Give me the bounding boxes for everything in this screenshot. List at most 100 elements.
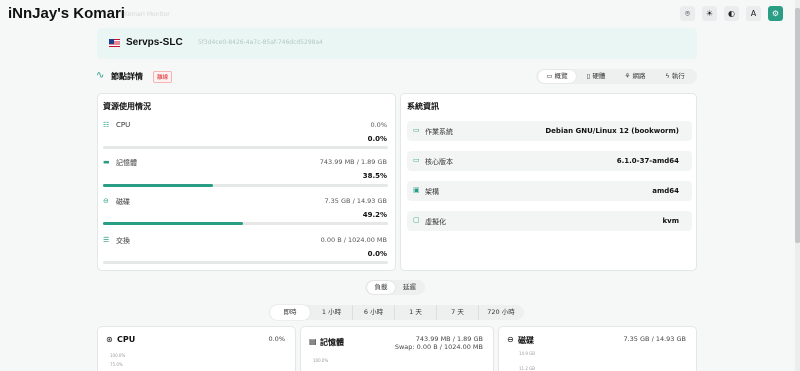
disk-value: 7.35 GB / 14.93 GB xyxy=(324,197,387,205)
cpu-value: 0.0% xyxy=(370,121,387,129)
network-icon: ⚘ xyxy=(624,72,631,80)
kernel-icon: ▭ xyxy=(413,156,420,164)
activity-icon: ∿ xyxy=(96,70,105,81)
memory-chart-values: 743.99 MB / 1.89 GB Swap: 0.00 B / 1024.… xyxy=(395,335,483,351)
range-live[interactable]: 即時 xyxy=(270,305,310,320)
disk-chart-value: 7.35 GB / 14.93 GB xyxy=(623,335,686,343)
site-subtitle: Komari Monitor xyxy=(124,11,170,18)
top-header: iNnJay's Komari Komari Monitor ⌾ ☀ ◐ A ⚙ xyxy=(0,0,800,28)
device-icon: ▯ xyxy=(586,72,591,80)
github-button[interactable]: ⌾ xyxy=(680,6,695,21)
translate-button[interactable]: A xyxy=(746,6,761,21)
arch-value: amd64 xyxy=(652,187,679,195)
memory-progress-fill xyxy=(103,184,213,187)
cpu-icon: ☷ xyxy=(103,121,110,129)
memory-chart-line2: Swap: 0.00 B / 1024.00 MB xyxy=(394,343,483,351)
os-row: ▭ 作業系統 Debian GNU/Linux 12 (bookworm) xyxy=(407,121,692,141)
disk-label: 磁碟 xyxy=(116,198,130,206)
server-bar: Servps-SLC 5f3d4ce0-8426-4a7c-85af-746dc… xyxy=(97,28,697,59)
resource-usage-card: 資源使用情況 ☷ CPU 0.0% 0.0% ▬ 記憶體 743.99 MB /… xyxy=(97,93,396,271)
memory-chart-line1: 743.99 MB / 1.89 GB xyxy=(415,335,483,343)
memory-percent: 38.5% xyxy=(362,172,387,180)
memory-progress xyxy=(103,184,388,187)
cpu-icon: ⊛ xyxy=(106,335,113,344)
status-badge: 離線 xyxy=(153,71,173,83)
github-icon: ⌾ xyxy=(685,9,690,18)
disk-percent: 49.2% xyxy=(362,211,387,219)
kernel-value: 6.1.0-37-amd64 xyxy=(616,157,679,165)
disk-tick-top: 14.9 GB xyxy=(519,351,536,356)
swap-progress xyxy=(103,261,388,264)
cpu-percent: 0.0% xyxy=(367,135,387,143)
theme-icon: ◐ xyxy=(728,9,735,18)
translate-icon: A xyxy=(750,9,757,18)
disk-tick-mid: 11.2 GB xyxy=(519,366,536,371)
memory-value: 743.99 MB / 1.89 GB xyxy=(319,158,387,166)
toggle-latency[interactable]: 延遲 xyxy=(396,281,423,294)
swap-icon: ☰ xyxy=(103,236,110,244)
memory-icon: ▬ xyxy=(103,158,110,166)
virtualization-icon: ▢ xyxy=(413,216,420,224)
toggle-load[interactable]: 負載 xyxy=(367,281,395,294)
cpu-chart-card: ⊛ CPU 0.0% 100.0% 75.0% xyxy=(97,326,296,371)
kernel-label: 核心版本 xyxy=(425,158,453,166)
cpu-tick-100: 100.0% xyxy=(110,353,126,358)
scrollbar[interactable] xyxy=(795,0,800,371)
range-1h[interactable]: 1 小時 xyxy=(311,305,353,320)
disk-chart-card: ⊖ 磁碟 7.35 GB / 14.93 GB 14.9 GB 11.2 GB xyxy=(498,326,697,371)
monitor-icon: ▭ xyxy=(413,126,420,134)
detail-tabs: ▭ 概覽 ▯ 硬體 ⚘ 網路 ϟ 執行 xyxy=(536,69,697,84)
tab-runtime[interactable]: ϟ 執行 xyxy=(655,70,695,83)
settings-button[interactable]: ⚙ xyxy=(768,6,783,21)
resource-usage-title: 資源使用情況 xyxy=(103,102,151,111)
sun-button[interactable]: ☀ xyxy=(702,6,717,21)
settings-icon: ⚙ xyxy=(771,9,780,18)
memory-tick-100: 100.0% xyxy=(313,358,329,363)
arch-row: ▣ 架構 amd64 xyxy=(407,181,692,201)
us-flag-icon xyxy=(109,39,120,47)
time-range-selector: 即時 1 小時 6 小時 1 天 7 天 720 小時 xyxy=(269,305,524,320)
arch-label: 架構 xyxy=(425,188,439,196)
kernel-row: ▭ 核心版本 6.1.0-37-amd64 xyxy=(407,151,692,171)
system-info-title: 系統資訊 xyxy=(407,102,439,111)
virtualization-label: 虛擬化 xyxy=(425,218,446,226)
system-info-card: 系統資訊 ▭ 作業系統 Debian GNU/Linux 12 (bookwor… xyxy=(400,93,697,271)
site-title[interactable]: iNnJay's Komari xyxy=(8,5,125,22)
cpu-progress xyxy=(103,146,388,149)
server-uuid: 5f3d4ce0-8426-4a7c-85af-746dcd5298a4 xyxy=(198,39,323,46)
sun-icon: ☀ xyxy=(705,9,714,18)
node-detail-title: 節點詳情 xyxy=(111,72,143,81)
virtualization-row: ▢ 虛擬化 kvm xyxy=(407,211,692,231)
memory-icon: ▤ xyxy=(309,337,317,346)
virtualization-value: kvm xyxy=(662,217,679,225)
disk-icon: ⊖ xyxy=(507,335,514,344)
scroll-thumb[interactable] xyxy=(795,8,800,243)
disk-progress xyxy=(103,222,388,225)
monitor-icon: ▭ xyxy=(546,72,553,80)
os-label: 作業系統 xyxy=(425,128,453,136)
os-value: Debian GNU/Linux 12 (bookworm) xyxy=(545,127,679,135)
swap-value: 0.00 B / 1024.00 MB xyxy=(320,236,387,244)
chip-icon: ▣ xyxy=(413,186,420,194)
tab-overview[interactable]: ▭ 概覽 xyxy=(538,70,576,83)
memory-chart-title: 記憶體 xyxy=(320,338,344,347)
tab-network[interactable]: ⚘ 網路 xyxy=(616,70,654,83)
view-toggle: 負載 延遲 xyxy=(365,280,425,295)
disk-progress-fill xyxy=(103,222,244,225)
swap-label: 交換 xyxy=(116,237,130,245)
cpu-chart-value: 0.0% xyxy=(268,335,285,343)
range-720h[interactable]: 720 小時 xyxy=(479,305,523,320)
tab-hardware[interactable]: ▯ 硬體 xyxy=(577,70,615,83)
cpu-tick-75: 75.0% xyxy=(110,362,123,367)
swap-percent: 0.0% xyxy=(367,250,387,258)
server-name: Servps-SLC xyxy=(126,37,183,48)
range-7d[interactable]: 7 天 xyxy=(437,305,479,320)
bolt-icon: ϟ xyxy=(665,72,670,80)
disk-chart-title: 磁碟 xyxy=(518,336,534,345)
theme-button[interactable]: ◐ xyxy=(724,6,739,21)
cpu-chart-title: CPU xyxy=(117,335,136,344)
range-6h[interactable]: 6 小時 xyxy=(353,305,395,320)
memory-chart-card: ▤ 記憶體 743.99 MB / 1.89 GB Swap: 0.00 B /… xyxy=(300,326,494,371)
range-1d[interactable]: 1 天 xyxy=(395,305,437,320)
memory-label: 記憶體 xyxy=(116,159,137,167)
